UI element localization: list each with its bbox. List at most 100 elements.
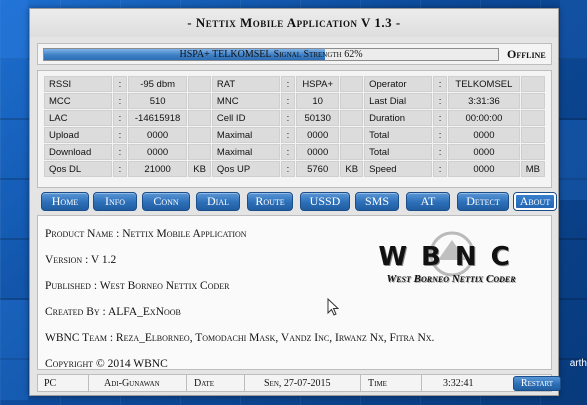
date-value: Sen, 27-07-2015 [264,377,331,389]
stat-label: Total [364,127,433,143]
stat-value: 0000 [295,144,340,160]
product-name: Product Name : Nettix Mobile Application [45,228,247,240]
stat-label: Upload [44,127,112,143]
stat-label: Maximal [211,144,280,160]
stat-label: Maximal [211,127,280,143]
stats-panel: RSSI: -95 dbm RAT: HSPA+ Operator: TELKOMSEL M… [37,70,552,188]
stat-unit [340,110,364,126]
nav-button-home[interactable]: Home [41,192,89,211]
app-window: - Nettix Mobile Application V 1.3 - HSPA… [29,8,561,396]
stat-value: 0000 [448,161,520,177]
stats-row: Download:0000 Maximal:0000 Total:0000 [44,144,545,160]
stat-label: Total [364,144,433,160]
stat-unit [520,110,545,126]
stat-label: Last Dial [364,93,433,109]
stats-row: RSSI: -95 dbm RAT: HSPA+ Operator: TELKOMSEL [44,76,545,92]
stat-separator: : [280,76,295,92]
stats-row: LAC: -14615918 Cell ID:50130 Duration:00:00… [44,110,545,126]
stat-label: RSSI [44,76,112,92]
stat-unit [520,127,545,143]
stat-unit [188,93,211,109]
stat-unit: KB [340,161,364,177]
nav-button-info[interactable]: Info [93,192,137,211]
nav-button-sms[interactable]: SMS [355,192,399,211]
stat-separator: : [113,110,127,126]
nav-button-about[interactable]: About [513,192,557,211]
stat-value: 00:00:00 [448,110,520,126]
stat-separator: : [113,93,127,109]
stat-value: 0000 [448,144,520,160]
stat-value: -14615918 [128,110,188,126]
stat-value: 10 [295,93,340,109]
time-value: 3:32:41 [443,377,474,389]
pc-label: PC [44,377,57,389]
stat-unit [520,93,545,109]
stat-unit [188,110,211,126]
nav-button-dial[interactable]: Dial [196,192,240,211]
stat-separator: : [433,76,448,92]
connection-status: Offline [507,46,546,61]
stat-label: Qos DL [44,161,112,177]
stat-unit: KB [188,161,211,177]
stat-value: 0000 [295,127,340,143]
nav-button-ussd[interactable]: USSD [300,192,350,211]
nav-button-conn[interactable]: Conn [142,192,190,211]
pc-value: Adi-Gunawan [104,377,160,389]
stat-label: Qos UP [211,161,280,177]
nav-button-route[interactable]: Route [247,192,293,211]
nav-button-detect[interactable]: Detect [457,192,509,211]
stat-label: MCC [44,93,112,109]
stat-unit [188,76,211,92]
restart-button[interactable]: Restart [513,376,561,391]
stat-value: 3:31:36 [448,93,520,109]
stat-separator: : [433,127,448,143]
stat-unit [188,127,211,143]
nav-bar: Home Info Conn Dial Route USSD SMS AT Detect Abou… [41,192,557,214]
stat-unit [340,144,364,160]
stat-separator: : [113,76,127,92]
stat-value: TELKOMSEL [448,76,520,92]
stat-unit [188,144,211,160]
stat-label: MNC [211,93,280,109]
stat-value: HSPA+ [295,76,340,92]
window-title: - Nettix Mobile Application V 1.3 - [30,9,558,37]
stats-row: MCC:510 MNC:10 Last Dial:3:31:36 [44,93,545,109]
stat-label: Speed [364,161,433,177]
logo-subtitle: West Borneo Nettix Coder [386,273,516,285]
stat-label: Cell ID [211,110,280,126]
stats-row: Upload:0000 Maximal:0000 Total:0000 [44,127,545,143]
stat-value: 0000 [448,127,520,143]
stat-label: RAT [211,76,280,92]
stat-value: -95 dbm [128,76,188,92]
status-bar: PC Adi-Gunawan Date Sen, 27-07-2015 Time… [37,374,561,392]
published: Published : West Borneo Nettix Coder [45,280,230,292]
stat-separator: : [113,161,127,177]
time-label: Time [368,377,387,389]
stat-unit [340,93,364,109]
stats-table: RSSI: -95 dbm RAT: HSPA+ Operator: TELKOMSEL M… [43,75,546,178]
stat-separator: : [433,93,448,109]
about-panel: Product Name : Nettix Mobile Application… [37,215,552,370]
signal-strength-bar: HSPA+ TELKOMSEL Signal Strength 62% [43,47,499,61]
stats-row: Qos DL:21000 KB Qos UP:5760 KB Speed:0000 MB [44,161,545,177]
stat-separator: : [280,161,295,177]
stat-label: LAC [44,110,112,126]
stat-unit: MB [520,161,545,177]
stat-unit [520,76,545,92]
stat-unit [340,127,364,143]
stat-value: 50130 [295,110,340,126]
copyright: Copyright © 2014 WBNC [45,358,168,370]
stat-separator: : [113,144,127,160]
date-label: Date [194,377,215,389]
stat-value: 0000 [128,127,188,143]
stat-separator: : [280,93,295,109]
stat-separator: : [280,110,295,126]
signal-row: HSPA+ TELKOMSEL Signal Strength 62% Offl… [37,43,552,65]
nav-button-at[interactable]: AT [406,192,450,211]
signal-strength-text: HSPA+ TELKOMSEL Signal Strength 62% [179,48,363,60]
stat-value: 510 [128,93,188,109]
mouse-pointer-icon [327,298,339,316]
stat-label: Download [44,144,112,160]
stat-value: 0000 [128,144,188,160]
stat-unit [520,144,545,160]
